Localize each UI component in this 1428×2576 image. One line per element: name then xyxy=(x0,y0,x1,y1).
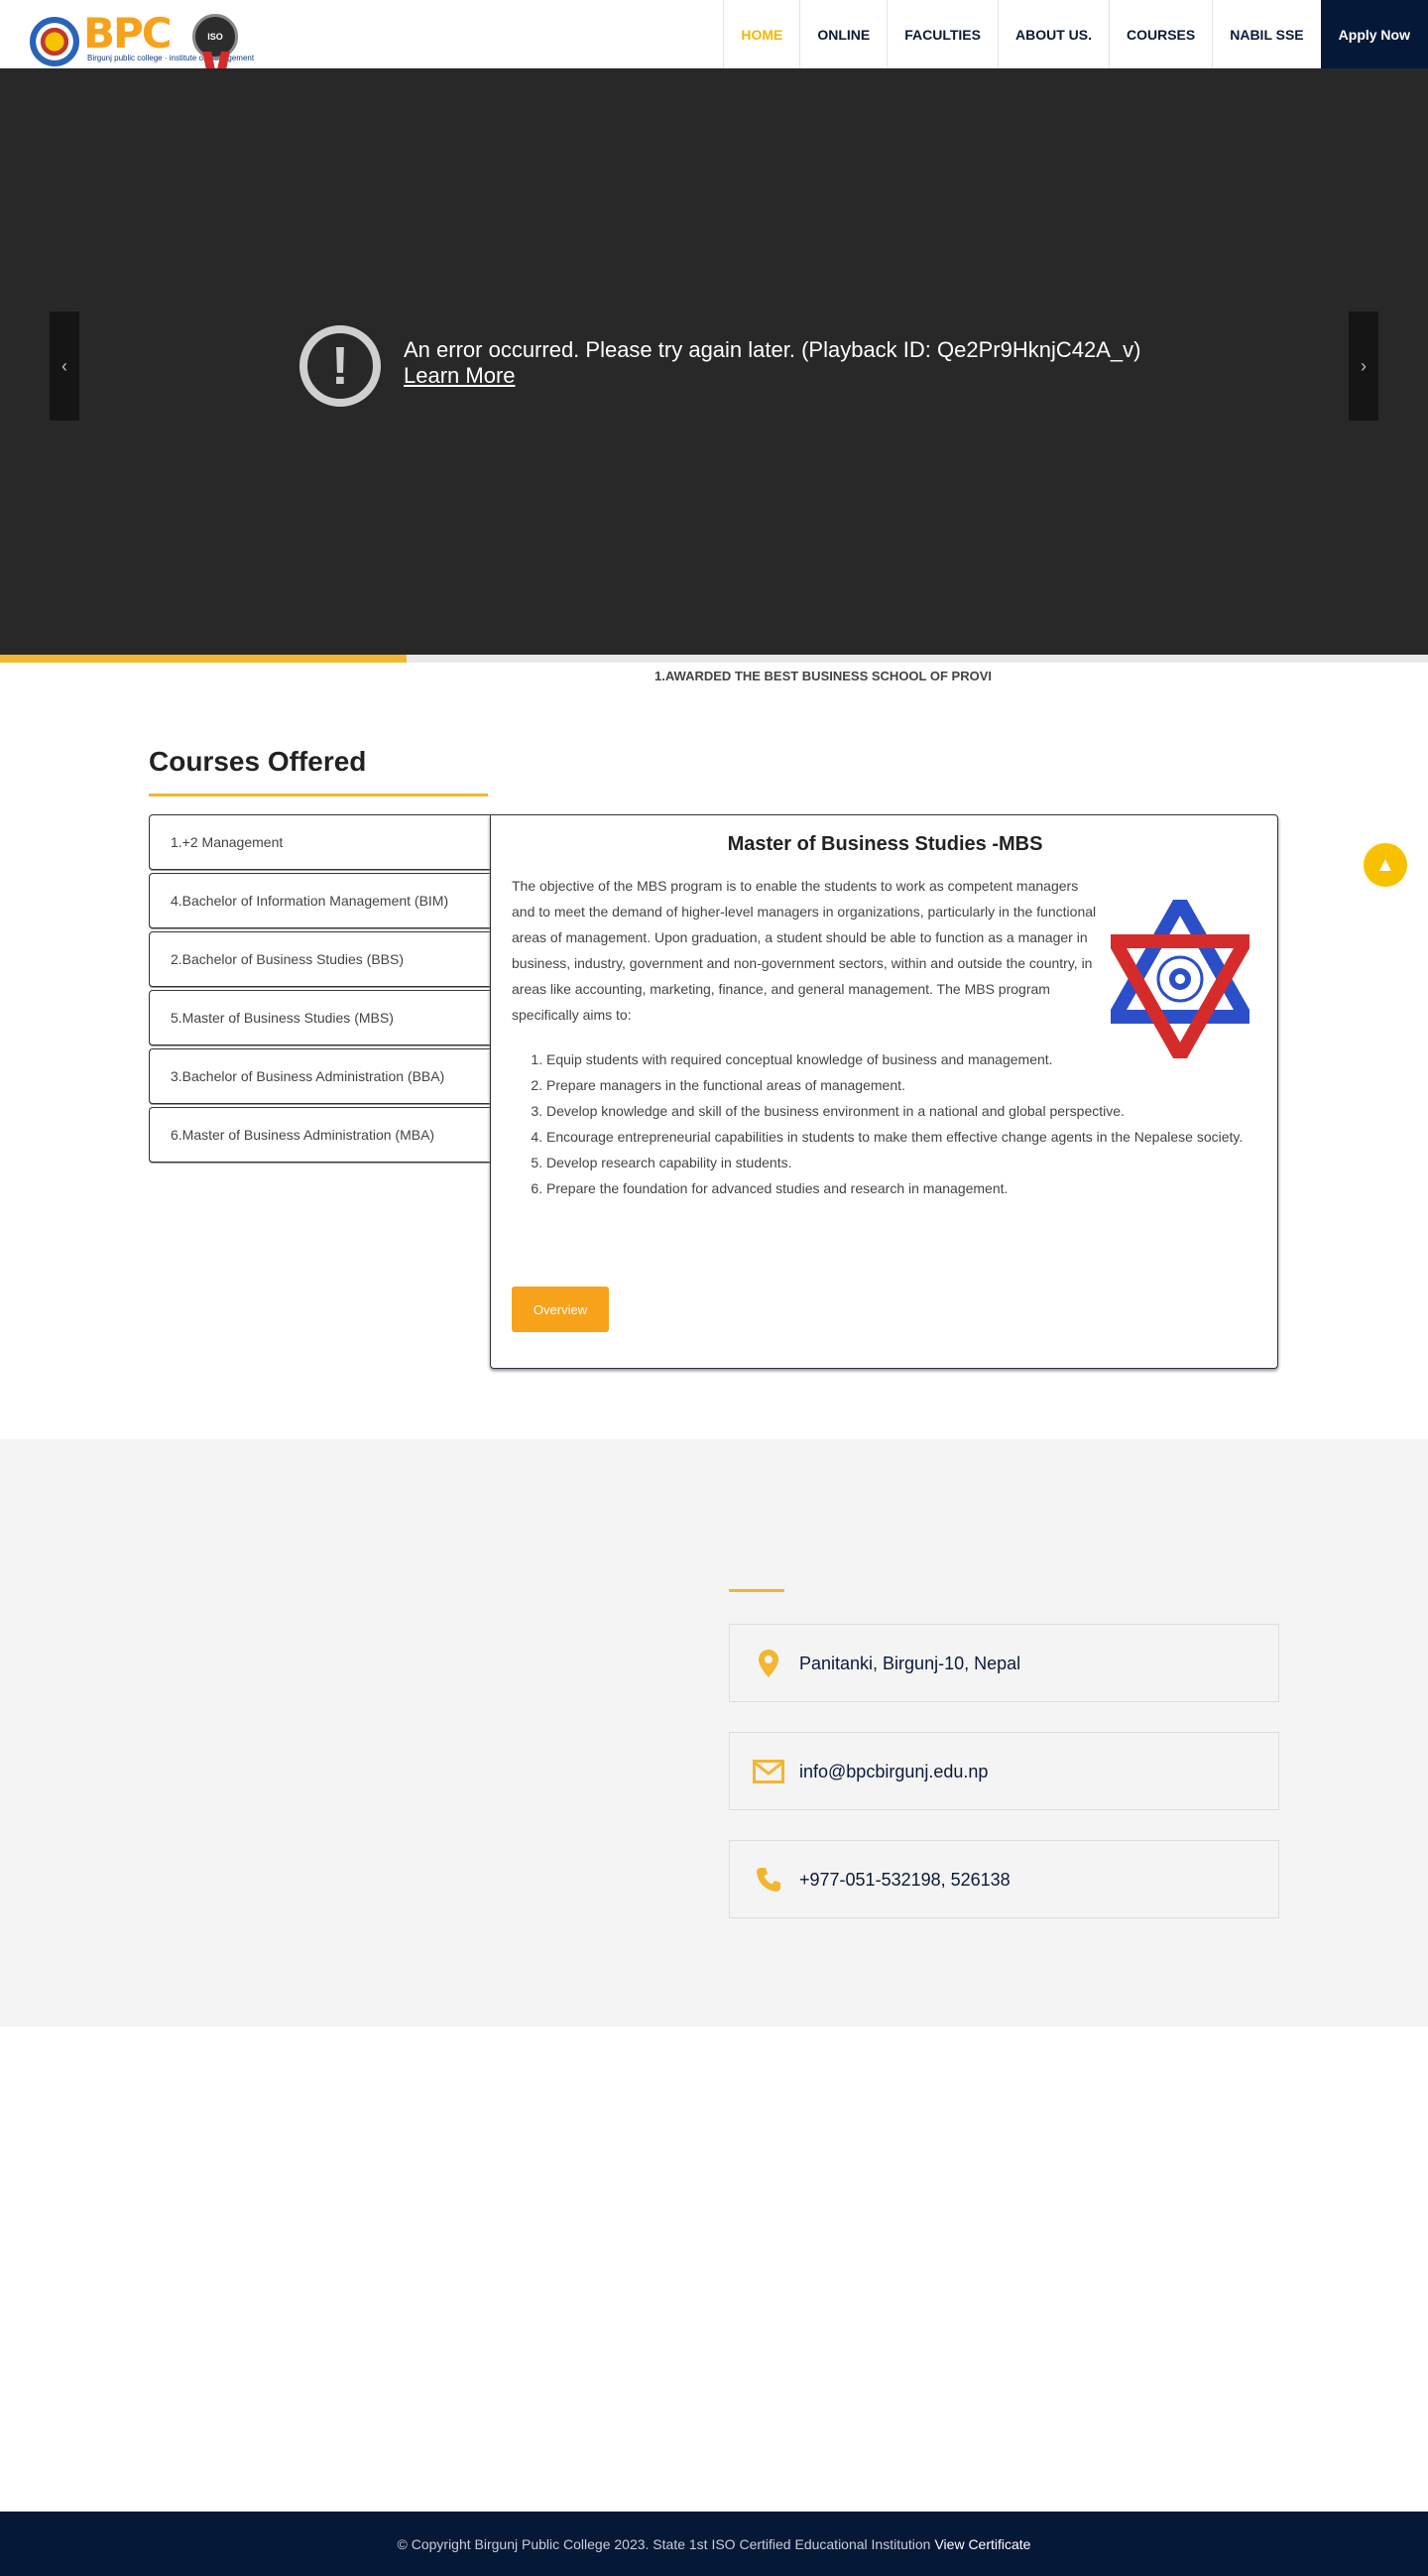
course-detail-panel: Master of Business Studies -MBS The obje… xyxy=(490,814,1278,1369)
courses-title-underline xyxy=(149,794,488,797)
course-description: The objective of the MBS program is to e… xyxy=(512,873,1236,1028)
iso-badge-icon: ISO xyxy=(192,14,238,60)
course-title: Master of Business Studies -MBS xyxy=(727,833,1043,855)
list-item: Equip students with required conceptual … xyxy=(546,1046,1062,1072)
video-error-message: An error occurred. Please try again late… xyxy=(404,337,1141,362)
chevron-left-icon: ‹ xyxy=(61,355,67,376)
course-aims-list: Equip students with required conceptual … xyxy=(512,1046,1265,1201)
phone-icon xyxy=(752,1863,785,1897)
news-marquee: 1.AWARDED THE BEST BUSINESS SCHOOL OF PR… xyxy=(654,669,992,683)
phone-text[interactable]: +977-051-532198, 526138 xyxy=(799,1841,1011,1919)
address-text: Panitanki, Birgunj-10, Nepal xyxy=(799,1654,1021,1673)
course-tabs: 1.+2 Management 4.Bachelor of Informatio… xyxy=(149,814,492,1165)
apply-now-button[interactable]: Apply Now xyxy=(1320,0,1428,68)
phone-card: +977-051-532198, 526138 xyxy=(729,1840,1279,1918)
view-certificate-link[interactable]: View Certificate xyxy=(934,2536,1030,2552)
slider-next-button[interactable]: › xyxy=(1349,311,1378,421)
main-nav: HOME ONLINE FACULTIES ABOUT US. COURSES … xyxy=(723,0,1428,68)
contact-title-underline xyxy=(729,1589,784,1592)
tab-bba[interactable]: 3.Bachelor of Business Administration (B… xyxy=(149,1048,492,1104)
chevron-right-icon: › xyxy=(1361,355,1367,376)
tab-mbs[interactable]: 5.Master of Business Studies (MBS) xyxy=(149,990,492,1045)
college-logo[interactable]: BPC Birgunj public college · institute o… xyxy=(30,9,254,69)
list-item: Prepare managers in the functional areas… xyxy=(546,1072,1265,1098)
list-item: Develop research capability in students. xyxy=(546,1150,1265,1175)
slider-progress-bar xyxy=(0,655,1428,663)
error-alert-icon: ! xyxy=(299,325,381,407)
course-description-text: The objective of the MBS program is to e… xyxy=(512,878,1097,1023)
contact-section: Panitanki, Birgunj-10, Nepal info@bpcbir… xyxy=(0,1439,1428,2026)
list-item: Prepare the foundation for advanced stud… xyxy=(546,1175,1265,1201)
tab-bim[interactable]: 4.Bachelor of Information Management (BI… xyxy=(149,873,492,928)
email-card: info@bpcbirgunj.edu.np xyxy=(729,1732,1279,1810)
learn-more-link[interactable]: Learn More xyxy=(404,363,516,389)
copyright-text: © Copyright Birgunj Public College 2023.… xyxy=(397,2535,931,2552)
nav-faculties[interactable]: FACULTIES xyxy=(887,0,998,68)
tab-plus-two-management[interactable]: 1.+2 Management xyxy=(149,814,492,870)
map-pin-icon xyxy=(752,1647,785,1680)
address-card: Panitanki, Birgunj-10, Nepal xyxy=(729,1624,1279,1702)
logo-brand-text: BPC xyxy=(83,9,173,58)
site-footer: © Copyright Birgunj Public College 2023.… xyxy=(0,2512,1428,2576)
slider-progress-fill xyxy=(0,655,408,663)
college-seal-icon xyxy=(30,17,79,66)
hero-video-player[interactable]: ‹ › ! An error occurred. Please try agai… xyxy=(0,68,1428,655)
courses-section-title: Courses Offered xyxy=(149,746,367,777)
scroll-to-top-button[interactable]: ▲ xyxy=(1364,843,1407,887)
site-header: BPC Birgunj public college · institute o… xyxy=(0,0,1428,69)
tab-mba[interactable]: 6.Master of Business Administration (MBA… xyxy=(149,1107,492,1163)
nav-courses[interactable]: COURSES xyxy=(1108,0,1212,68)
tab-bbs[interactable]: 2.Bachelor of Business Studies (BBS) xyxy=(149,931,492,987)
nav-about-us[interactable]: ABOUT US. xyxy=(997,0,1109,68)
list-item: Develop knowledge and skill of the busin… xyxy=(546,1098,1265,1124)
arrow-up-icon: ▲ xyxy=(1375,853,1395,876)
nav-online[interactable]: ONLINE xyxy=(799,0,887,68)
nav-nabil-sse[interactable]: NABIL SSE xyxy=(1212,0,1320,68)
list-item: Encourage entrepreneurial capabilities i… xyxy=(546,1124,1265,1150)
overview-button[interactable]: Overview xyxy=(512,1287,609,1332)
envelope-icon xyxy=(752,1755,785,1788)
nav-home[interactable]: HOME xyxy=(723,0,799,68)
email-text[interactable]: info@bpcbirgunj.edu.np xyxy=(799,1733,988,1811)
slider-prev-button[interactable]: ‹ xyxy=(50,311,79,421)
